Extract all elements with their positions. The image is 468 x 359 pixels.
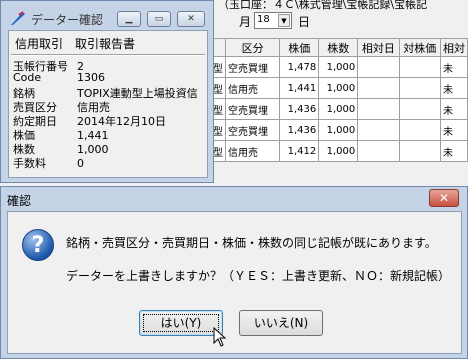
feather-pen-icon	[11, 11, 25, 25]
column-header[interactable]: 株価	[279, 38, 320, 57]
field-row: Code 1306	[13, 71, 105, 84]
column-header[interactable]: 株数	[318, 38, 359, 57]
table-cell	[398, 119, 441, 141]
table-cell: 空売買埋	[224, 98, 281, 120]
table-cell	[398, 77, 441, 99]
table-cell: 1,000	[318, 119, 359, 141]
table-cell: 1,000	[318, 77, 359, 99]
data-confirm-window: データー確認 ▁ ▭ ✕ 信用取引 取引報告書 玉帳行番号 2 Code 1306 …	[0, 0, 214, 183]
table-cell: 空売買埋	[224, 56, 281, 78]
dialog-message-line1: 銘柄・売買区分・売買期日・株価・株数の同じ記帳が既にあります。	[66, 236, 437, 250]
report-header: 信用取引 取引報告書	[15, 37, 136, 51]
confirm-dialog: 確認 ✕ ? 銘柄・売買区分・売買期日・株価・株数の同じ記帳が既にあります。 デ…	[0, 186, 468, 359]
dialog-close-button[interactable]: ✕	[429, 189, 459, 207]
no-button-label: いいえ(N)	[253, 316, 309, 330]
table-cell	[357, 56, 400, 78]
table-cell: 未	[439, 119, 468, 141]
table-cell: 1,441	[279, 77, 320, 99]
data-window-content: 信用取引 取引報告書 玉帳行番号 2 Code 1306 銘柄 TOPIX連動型上場投…	[8, 30, 208, 178]
path-text: （玉口座：４Ｃ\株式管理\宝帳記録\宝帳記	[218, 0, 428, 11]
column-header[interactable]: 区分	[224, 38, 281, 57]
no-button[interactable]: いいえ(N)	[239, 310, 323, 336]
dialog-title: 確認	[7, 194, 32, 208]
table-cell: 1,436	[279, 98, 320, 120]
table-row[interactable]: 型 空売買埋 1,436 1,000 未	[210, 98, 468, 120]
table-cell: 1,478	[279, 56, 320, 78]
table-cell: 未	[439, 140, 468, 162]
data-window-title: データー確認	[31, 13, 104, 27]
dialog-content: ? 銘柄・売買区分・売買期日・株価・株数の同じ記帳が既にあります。 データーを上…	[7, 211, 462, 354]
table-cell: 未	[439, 56, 468, 78]
table-cell: 未	[439, 77, 468, 99]
column-header[interactable]: 相対日	[357, 38, 400, 57]
column-header[interactable]: 対株価	[398, 38, 441, 57]
field-row: 手数料 0	[13, 155, 84, 171]
table-cell	[398, 98, 441, 120]
divider	[11, 54, 205, 56]
table-cell	[357, 140, 400, 162]
maximize-button[interactable]: ▭	[147, 11, 171, 27]
records-table: 区分 株価 株数 相対日 対株価 相対 型 空売買埋 1,478 1,000 未…	[210, 38, 468, 162]
table-cell: 1,000	[318, 56, 359, 78]
field-value: 0	[77, 157, 84, 170]
table-header-row: 区分 株価 株数 相対日 対株価 相対	[210, 38, 468, 57]
dialog-message-line2: データーを上書きしますか？（ＹＥＳ：上書き更新、ＮＯ：新規記帳）	[66, 269, 451, 283]
table-row[interactable]: 型 空売買埋 1,478 1,000 未	[210, 56, 468, 78]
field-label: Code	[13, 71, 42, 84]
table-cell: 信用売	[224, 140, 281, 162]
table-cell: 1,436	[279, 119, 320, 141]
month-label: 月	[239, 15, 252, 29]
table-cell: 1,000	[318, 98, 359, 120]
table-cell	[357, 98, 400, 120]
table-row[interactable]: 型 空売買埋 1,436 1,000 未	[210, 119, 468, 141]
table-cell	[398, 56, 441, 78]
table-cell: 1,412	[279, 140, 320, 162]
yes-button[interactable]: はい(Y)	[139, 310, 223, 336]
table-cell: 1,000	[318, 140, 359, 162]
day-label: 日	[298, 15, 311, 29]
focus-rect	[143, 314, 219, 332]
table-row[interactable]: 型 信用売 1,441 1,000 未	[210, 77, 468, 99]
question-icon: ?	[22, 229, 54, 261]
table-cell: 空売買埋	[224, 119, 281, 141]
field-label: 手数料	[13, 157, 46, 170]
field-value: 1306	[77, 71, 105, 84]
column-header[interactable]: 相対	[439, 38, 468, 57]
table-cell: 信用売	[224, 77, 281, 99]
table-row[interactable]: 型 信用売 1,412 1,000 未	[210, 140, 468, 162]
table-cell	[357, 119, 400, 141]
minimize-button[interactable]: ▁	[117, 11, 141, 27]
day-select[interactable]: 18 ▼	[254, 12, 292, 29]
table-cell: 未	[439, 98, 468, 120]
day-select-value: 18	[257, 14, 270, 25]
mouse-cursor-icon	[213, 327, 227, 347]
chevron-down-icon[interactable]: ▼	[278, 14, 290, 27]
table-cell	[398, 140, 441, 162]
close-button[interactable]: ✕	[177, 11, 205, 27]
table-cell	[357, 77, 400, 99]
